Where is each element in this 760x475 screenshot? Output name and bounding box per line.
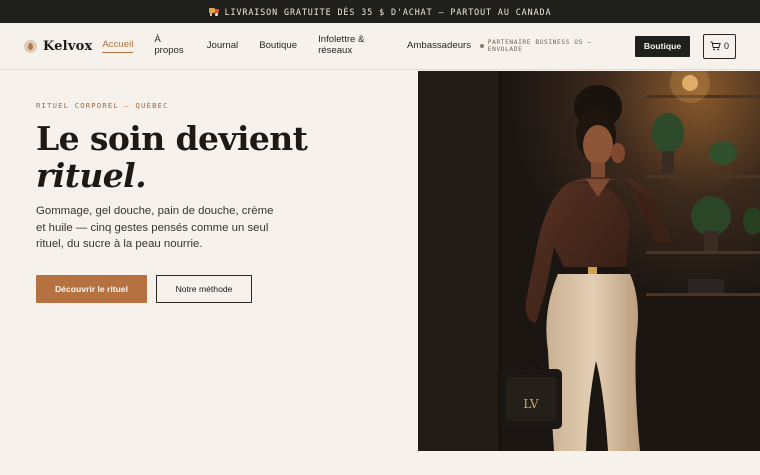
drop-logo-icon xyxy=(24,39,37,53)
hero-description: Gommage, gel douche, pain de douche, crè… xyxy=(36,205,274,250)
nav-link-boutique[interactable]: Boutique xyxy=(259,40,297,53)
hero-eyebrow: RITUEL CORPOREL — QUÉBEC xyxy=(36,101,169,110)
announcement-bar: LIVRAISON GRATUITE DÈS 35 $ D'ACHAT — PA… xyxy=(0,0,760,23)
hero-title-line2: rituel. xyxy=(36,156,147,195)
nav-link-accueil[interactable]: Accueil xyxy=(102,39,134,53)
nav-link-journal[interactable]: Journal xyxy=(207,40,238,53)
partner-badge[interactable]: PARTENAIRE BUSINESS OS — ENVOLADE xyxy=(480,39,622,53)
partner-dot-icon xyxy=(480,44,484,48)
brand-name: Kelvox xyxy=(43,38,93,54)
hero-title: Le soin devient rituel. xyxy=(36,119,308,195)
nav-link-ambassadeurs[interactable]: Ambassadeurs xyxy=(407,40,471,53)
site-header: Kelvox Accueil À propos Journal Boutique… xyxy=(0,23,760,70)
svg-text:LV: LV xyxy=(523,397,539,411)
hero-image: LV xyxy=(418,71,760,451)
announcement-text: LIVRAISON GRATUITE DÈS 35 $ D'ACHAT — PA… xyxy=(224,6,552,17)
our-method-button[interactable]: Notre méthode xyxy=(156,275,252,303)
page-footer-strip xyxy=(0,451,760,475)
partner-text: PARTENAIRE BUSINESS OS — ENVOLADE xyxy=(487,39,592,53)
hero-photo-illustration: LV xyxy=(418,71,760,451)
truck-icon xyxy=(208,8,219,16)
hero-title-line1: Le soin devient xyxy=(36,119,308,158)
cart-icon xyxy=(710,41,721,51)
nav-link-infolettre[interactable]: Infolettre & réseaux xyxy=(318,34,386,58)
brand-logo[interactable]: Kelvox xyxy=(24,39,92,54)
discover-ritual-button[interactable]: Découvrir le rituel xyxy=(36,275,147,303)
main-nav: Accueil À propos Journal Boutique Infole… xyxy=(102,34,471,58)
cart-button[interactable]: 0 xyxy=(702,33,737,59)
nav-link-a-propos[interactable]: À propos xyxy=(154,34,185,58)
cart-count: 0 xyxy=(723,41,729,51)
shop-button[interactable]: Boutique xyxy=(635,35,690,57)
